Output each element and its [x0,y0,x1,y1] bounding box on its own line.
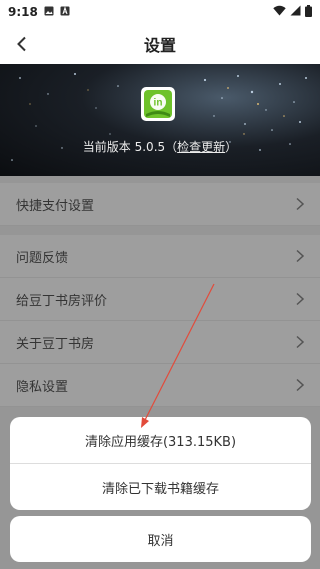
version-label-suffix: ） [225,140,238,154]
logo-text: in [154,98,163,109]
battery-icon [305,4,312,20]
version-label: 当前版本 5.0.5（ [82,140,178,154]
back-arrow-icon [17,36,26,52]
cell-signal-icon [290,5,301,19]
version-info: 当前版本 5.0.5（检查更新） [0,138,320,155]
modal-dim-overlay[interactable] [0,176,320,569]
status-time: 9:18 [8,5,38,19]
clear-book-cache-button[interactable]: 清除已下载书籍缓存 [10,464,311,510]
app-logo: in [140,86,176,122]
action-sheet: 清除应用缓存(313.15KB) 清除已下载书籍缓存 [10,417,311,510]
wifi-icon [273,5,286,19]
page-title: 设置 [143,36,176,55]
image-notification-icon [44,5,60,19]
clear-app-cache-button[interactable]: 清除应用缓存(313.15KB) [10,417,311,463]
cancel-button[interactable]: 取消 [10,516,311,562]
action-sheet-cancel: 取消 [10,516,311,562]
status-bar: 9:18 [0,0,320,24]
app-bar: 设置 [0,24,320,64]
back-button[interactable] [10,32,34,56]
app-notification-icon [60,5,76,19]
check-update-link[interactable]: 检查更新 [177,140,225,154]
